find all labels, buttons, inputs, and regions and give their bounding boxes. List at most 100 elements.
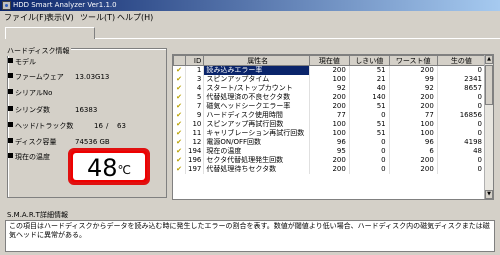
scroll-down-icon[interactable]: ▼ — [485, 190, 493, 199]
temperature-panel: 48℃ — [73, 153, 145, 182]
capacity-label: ディスク容量 — [15, 138, 57, 146]
col-id[interactable]: ID — [184, 55, 205, 66]
table-row[interactable]: ✔ 12 電源ON/OFF回数 96 0 96 4198 — [173, 138, 487, 147]
tab-main[interactable] — [5, 27, 95, 39]
temp-row: 現在の温度 — [8, 152, 50, 162]
worst-value: 100 — [389, 129, 438, 138]
check-icon: ✔ — [173, 165, 186, 174]
table-scrollbar[interactable]: ▲ ▼ — [484, 55, 493, 199]
threshold-value: 0 — [349, 147, 390, 156]
attribute-id: 7 — [185, 102, 205, 111]
temperature-value: 48 — [86, 154, 118, 182]
check-icon: ✔ — [173, 65, 186, 75]
attribute-name: スタート/ストップカウント — [203, 84, 311, 93]
smart-table[interactable]: ID 属性名 現在値 しきい値 ワースト値 生の値 ✔ 1 読み込みエラー率 200 5… — [172, 54, 494, 200]
worst-value: 200 — [389, 156, 438, 165]
bullet-icon — [8, 138, 13, 143]
worst-value: 200 — [389, 65, 438, 75]
title-bar: HDD Smart Analyzer Ver1.1.0 — [0, 0, 500, 11]
table-row[interactable]: ✔ 1 読み込みエラー率 200 51 200 0 — [173, 65, 487, 75]
worst-value: 200 — [389, 102, 438, 111]
col-raw[interactable]: 生の値 — [436, 55, 487, 66]
check-icon: ✔ — [173, 138, 186, 147]
menu-view[interactable]: 表示(V) — [46, 13, 74, 23]
col-current[interactable]: 現在値 — [309, 55, 350, 66]
raw-value: 0 — [437, 93, 487, 102]
detail-title: S.M.A.R.T詳細情報 — [7, 211, 68, 219]
menu-bar: ファイル(F) 表示(V) ツール(T) ヘルプ(H) — [0, 11, 500, 25]
current-value: 92 — [309, 84, 350, 93]
table-row[interactable]: ✔ 11 キャリブレーション再試行回数 100 51 100 0 — [173, 129, 487, 138]
check-icon: ✔ — [173, 102, 186, 111]
attribute-id: 194 — [185, 147, 205, 156]
col-threshold[interactable]: しきい値 — [348, 55, 390, 66]
attribute-id: 11 — [185, 129, 205, 138]
table-row[interactable]: ✔ 3 スピンアップタイム 100 21 99 2341 — [173, 75, 487, 84]
temp-label: 現在の温度 — [15, 153, 50, 161]
heads-row: ヘッド/トラック数 — [8, 121, 73, 131]
table-row[interactable]: ✔ 5 代替処理済の不良セクタ数 200 140 200 0 — [173, 93, 487, 102]
raw-value: 0 — [437, 120, 487, 129]
check-icon: ✔ — [173, 120, 186, 129]
threshold-value: 140 — [349, 93, 390, 102]
temperature-display: 48℃ — [68, 148, 150, 185]
col-attribute[interactable]: 属性名 — [203, 55, 311, 66]
current-value: 200 — [309, 156, 350, 165]
table-row[interactable]: ✔ 196 セクタ代替処理発生回数 200 0 200 0 — [173, 156, 487, 165]
check-icon: ✔ — [173, 156, 186, 165]
bullet-icon — [8, 58, 13, 63]
table-row[interactable]: ✔ 194 現在の温度 95 0 6 48 — [173, 147, 487, 156]
menu-help[interactable]: ヘルプ(H) — [117, 13, 153, 23]
col-status[interactable] — [173, 55, 186, 66]
scroll-up-icon[interactable]: ▲ — [485, 55, 493, 64]
raw-value: 0 — [437, 102, 487, 111]
serial-label: シリアルNo — [15, 89, 53, 97]
worst-value: 96 — [389, 138, 438, 147]
col-worst[interactable]: ワースト値 — [388, 55, 438, 66]
table-row[interactable]: ✔ 4 スタート/ストップカウント 92 40 92 8657 — [173, 84, 487, 93]
current-value: 77 — [309, 111, 350, 120]
worst-value: 77 — [389, 111, 438, 120]
menu-tools[interactable]: ツール(T) — [80, 13, 115, 23]
current-value: 96 — [309, 138, 350, 147]
bullet-icon — [8, 122, 13, 127]
worst-value: 100 — [389, 120, 438, 129]
check-icon: ✔ — [173, 75, 186, 84]
raw-value: 2341 — [437, 75, 487, 84]
cylinder-row: シリンダ数 — [8, 105, 50, 115]
bullet-icon — [8, 106, 13, 111]
worst-value: 200 — [389, 165, 438, 174]
worst-value: 92 — [389, 84, 438, 93]
table-row[interactable]: ✔ 9 ハードディスク使用時間 77 0 77 16856 — [173, 111, 487, 120]
attribute-name: 現在の温度 — [203, 147, 311, 156]
sectors-value: 63 — [117, 122, 126, 130]
table-row[interactable]: ✔ 197 代替処理待ちセクタ数 200 0 200 0 — [173, 165, 487, 174]
table-row[interactable]: ✔ 10 スピンアップ再試行回数 100 51 100 0 — [173, 120, 487, 129]
capacity-value: 74536 GB — [75, 138, 110, 146]
current-value: 200 — [309, 102, 350, 111]
menu-file[interactable]: ファイル(F) — [4, 13, 47, 23]
current-value: 100 — [309, 129, 350, 138]
attribute-id: 10 — [185, 120, 205, 129]
attribute-name: 代替処理待ちセクタ数 — [203, 165, 311, 174]
attribute-name: スピンアップタイム — [203, 75, 311, 84]
attribute-id: 1 — [185, 65, 205, 75]
threshold-value: 51 — [349, 65, 390, 75]
table-row[interactable]: ✔ 7 磁気ヘッドシークエラー率 200 51 200 0 — [173, 102, 487, 111]
attribute-id: 12 — [185, 138, 205, 147]
threshold-value: 0 — [349, 111, 390, 120]
table-header-row: ID 属性名 現在値 しきい値 ワースト値 生の値 — [173, 55, 487, 66]
app-icon — [2, 1, 11, 10]
disk-info-title: ハードディスク情報 — [6, 47, 71, 56]
attribute-name: キャリブレーション再試行回数 — [203, 129, 311, 138]
heads-label: ヘッド/トラック数 — [15, 122, 74, 130]
attribute-name: 代替処理済の不良セクタ数 — [203, 93, 311, 102]
attribute-id: 5 — [185, 93, 205, 102]
window-title: HDD Smart Analyzer Ver1.1.0 — [13, 1, 117, 9]
attribute-id: 3 — [185, 75, 205, 84]
worst-value: 200 — [389, 93, 438, 102]
heads-separator: / — [106, 122, 109, 130]
scroll-thumb[interactable] — [485, 65, 493, 105]
threshold-value: 51 — [349, 102, 390, 111]
current-value: 100 — [309, 75, 350, 84]
